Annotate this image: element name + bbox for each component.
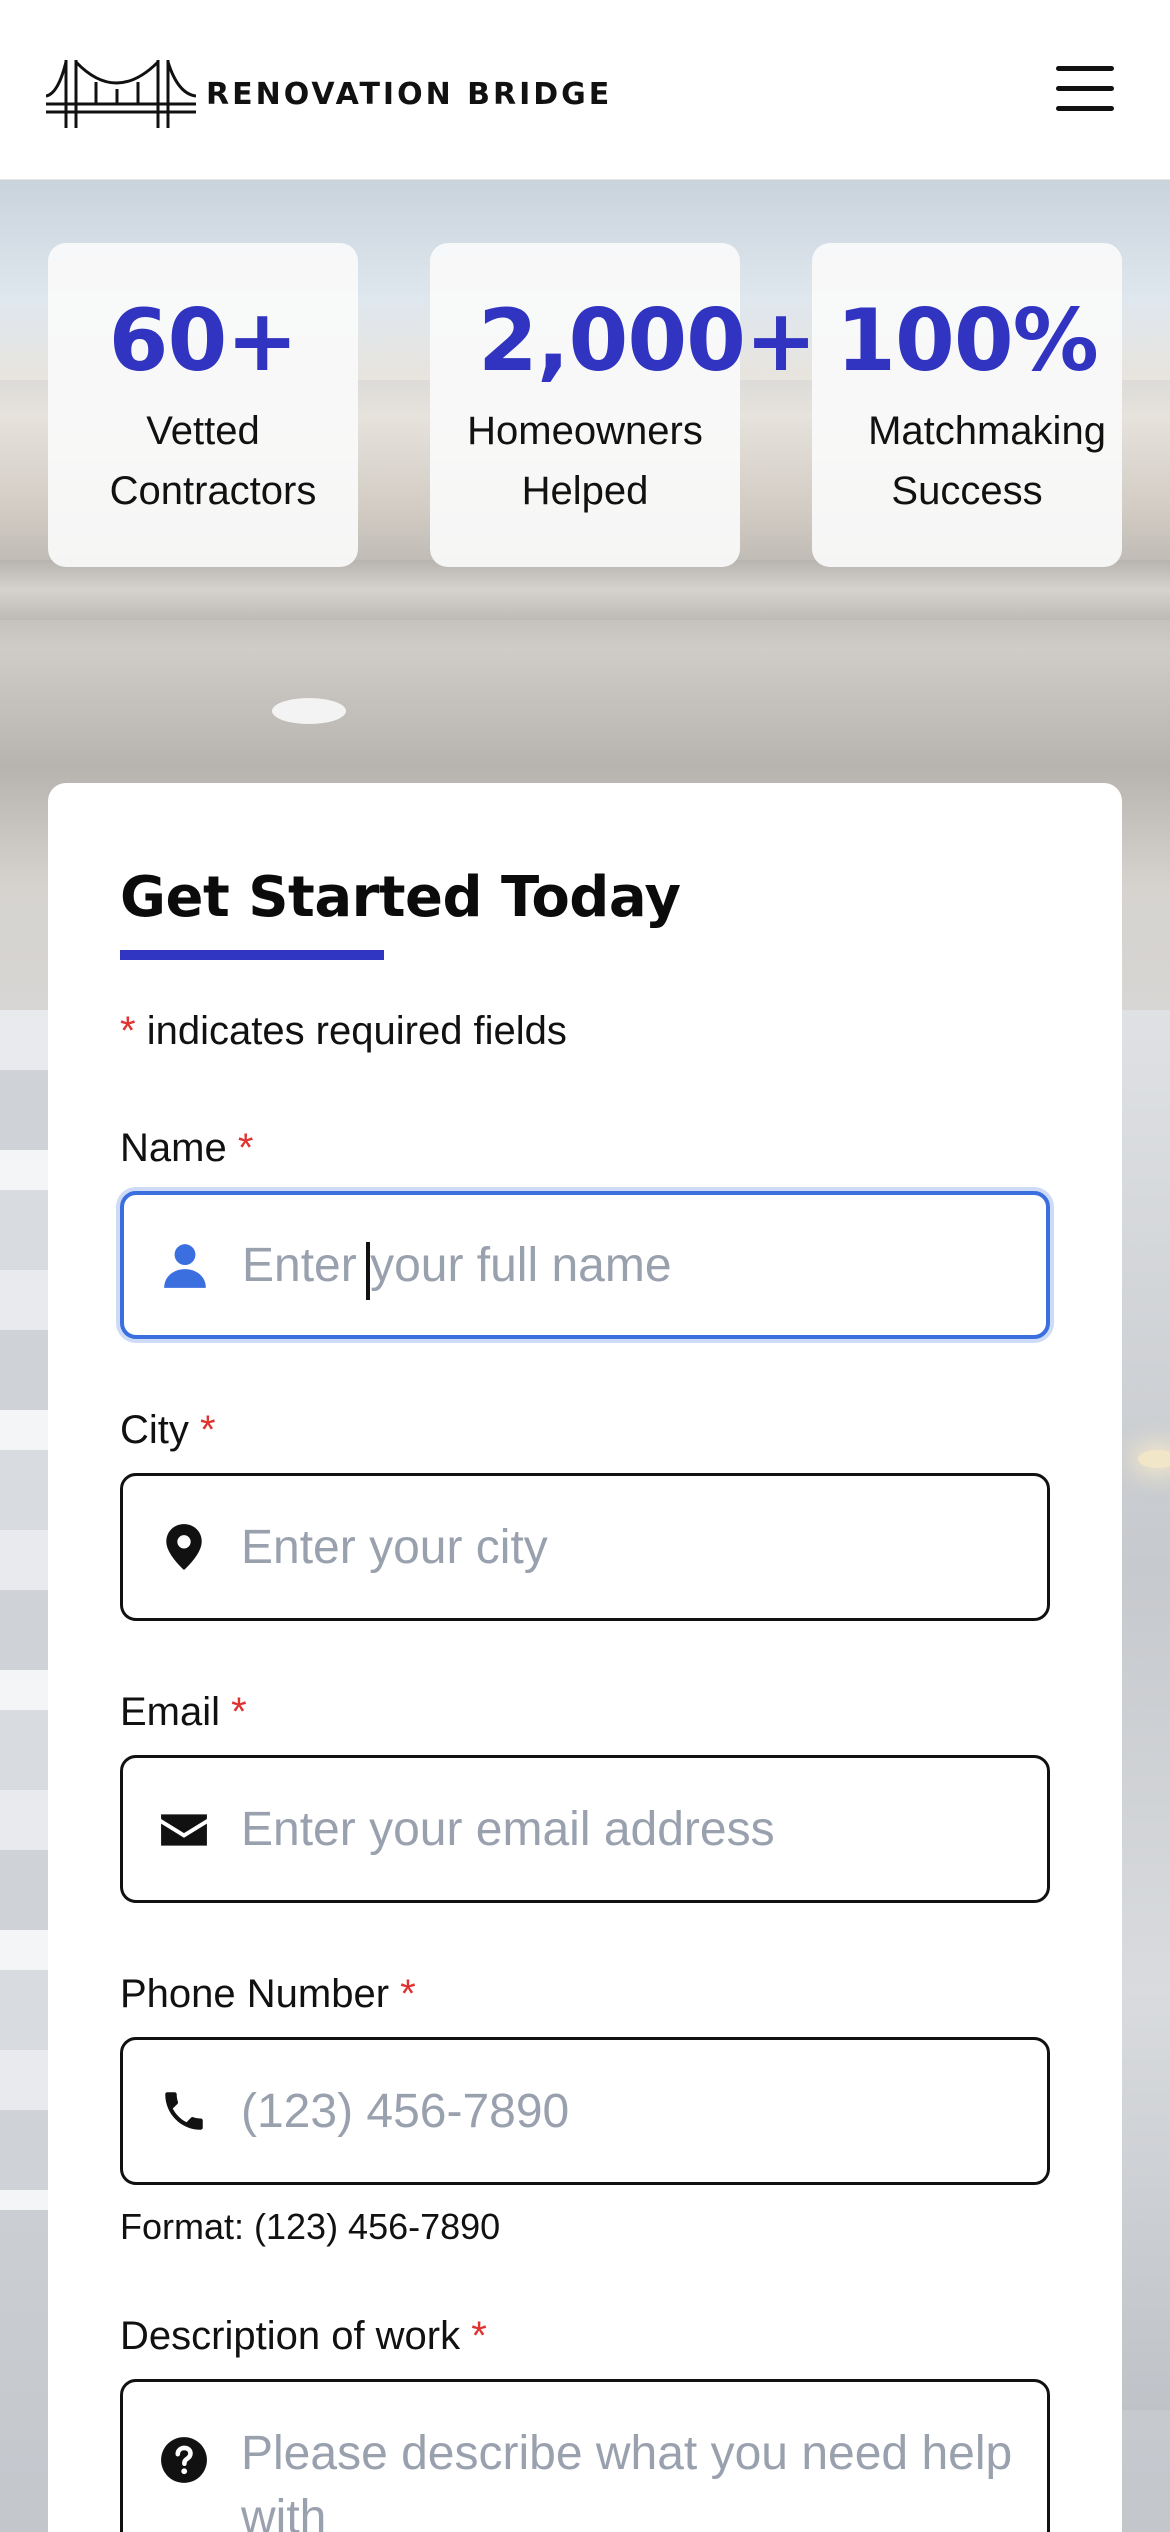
email-label: Email *	[120, 1690, 247, 1734]
logo[interactable]: RENOVATION BRIDGE	[46, 56, 612, 132]
stat-card-homeowners: 2,000+ Homeowners Helped	[430, 243, 817, 567]
name-field[interactable]	[120, 1191, 1050, 1339]
description-input[interactable]	[241, 2422, 1031, 2532]
logo-text: RENOVATION BRIDGE	[206, 76, 613, 112]
stat-number: 100%	[836, 291, 1099, 391]
phone-field[interactable]	[120, 2037, 1050, 2185]
phone-input[interactable]	[241, 2040, 1031, 2182]
user-icon	[164, 1244, 206, 1288]
hamburger-menu-button[interactable]	[1054, 66, 1116, 114]
name-label: Name *	[120, 1126, 254, 1170]
stat-card-contractors: 60+ Vetted Contractors	[48, 243, 358, 567]
email-field[interactable]	[120, 1755, 1050, 1903]
email-input[interactable]	[241, 1758, 1031, 1900]
menu-icon-line	[1056, 86, 1114, 91]
name-input[interactable]	[242, 1195, 1032, 1335]
city-label: City *	[120, 1408, 216, 1452]
question-circle-icon	[161, 2437, 207, 2483]
site-header: RENOVATION BRIDGE	[0, 0, 1170, 180]
stat-label: Homeowners Helped	[467, 409, 703, 513]
title-underline	[120, 950, 384, 960]
get-started-form: Get Started Today * indicates required f…	[48, 783, 1122, 2532]
required-fields-note: * indicates required fields	[120, 1009, 567, 1053]
map-pin-icon	[166, 1524, 202, 1570]
form-title: Get Started Today	[120, 865, 681, 930]
menu-icon-line	[1056, 66, 1114, 71]
phone-label: Phone Number *	[120, 1972, 416, 2016]
stat-card-matchmaking: 100% Matchmaking Success	[812, 243, 1122, 567]
bridge-logo-icon	[46, 60, 196, 128]
stat-number: 60+	[108, 291, 299, 391]
city-field[interactable]	[120, 1473, 1050, 1621]
description-field[interactable]	[120, 2379, 1050, 2532]
phone-format-hint: Format: (123) 456-7890	[120, 2206, 501, 2247]
description-label: Description of work *	[120, 2314, 487, 2358]
stat-label: Vetted Contractors	[109, 409, 317, 513]
stat-label: Matchmaking Success	[868, 409, 1106, 513]
phone-icon	[165, 2092, 203, 2130]
menu-icon-line	[1056, 106, 1114, 111]
envelope-icon	[161, 1814, 207, 1846]
stat-number: 2,000+	[478, 291, 817, 391]
city-input[interactable]	[241, 1476, 1031, 1618]
